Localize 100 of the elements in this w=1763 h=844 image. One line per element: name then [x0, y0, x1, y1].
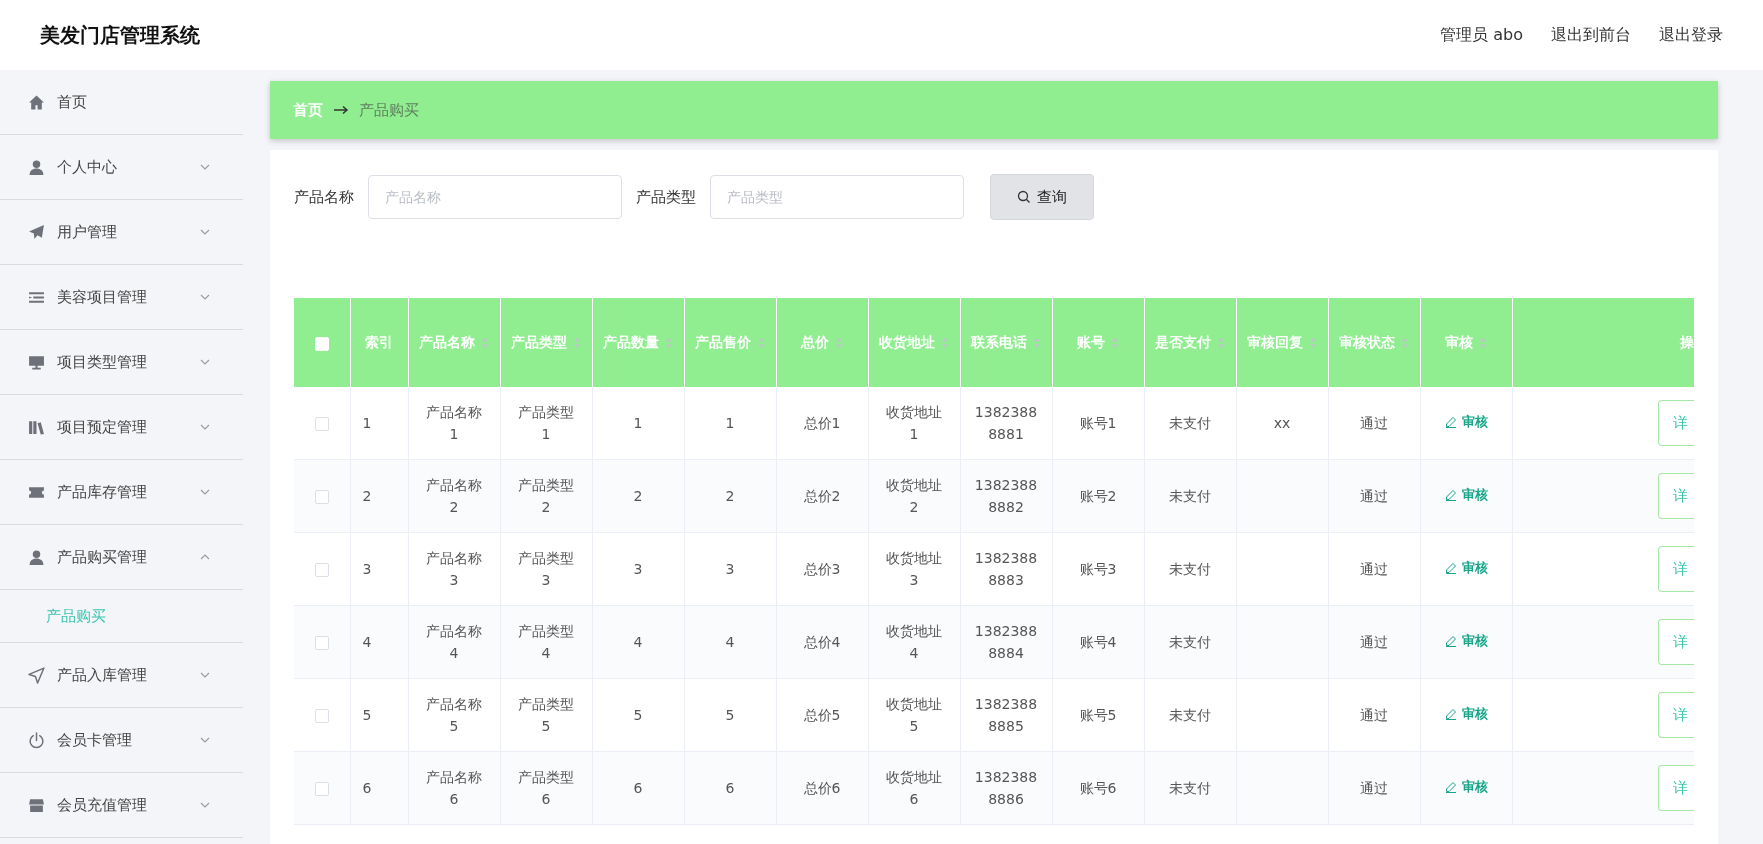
sidebar-item[interactable]: 会员卡管理 — [0, 708, 243, 773]
search-field[interactable]: 产品名称 — [368, 175, 622, 219]
sidebar-item[interactable]: 项目预定管理 — [0, 395, 243, 460]
sidebar-label: 美容项目管理 — [57, 287, 148, 307]
sidebar-item[interactable]: 用户管理 — [0, 200, 243, 265]
navigation-icon — [28, 666, 45, 684]
row-checkbox[interactable] — [314, 635, 329, 650]
sidebar-label: 会员卡管理 — [57, 730, 133, 750]
field-label: 产品名称 — [294, 187, 354, 207]
table-cell: 收货地址1 — [886, 403, 942, 442]
search-button[interactable]: 查询 — [990, 174, 1094, 220]
table-cell: 4 — [725, 633, 735, 650]
table-cell: 总价4 — [803, 633, 841, 650]
table-cell: 账号2 — [1079, 487, 1117, 504]
table-cell: 产品名称5 — [426, 695, 482, 734]
table-cell: 收货地址4 — [886, 622, 942, 661]
table-cell: 产品名称3 — [426, 549, 482, 588]
table-cell: 通过 — [1360, 633, 1388, 650]
sort-icon[interactable] — [835, 336, 843, 349]
header-link[interactable]: 退出登录 — [1659, 24, 1723, 46]
column-header: 收货地址 — [879, 333, 935, 352]
column-header: 产品售价 — [695, 333, 751, 352]
header-link[interactable]: 管理员 abo — [1440, 24, 1523, 46]
sidebar-item[interactable]: 产品购买管理 — [0, 525, 243, 590]
table-cell: 2 — [633, 487, 643, 504]
sidebar-item[interactable]: 个人中心 — [0, 135, 243, 200]
table-cell: 账号4 — [1079, 633, 1117, 650]
table-cell: 1 — [362, 414, 372, 431]
table-cell: 总价2 — [803, 487, 841, 504]
column-header: 审核 — [1445, 333, 1473, 352]
sidebar-item[interactable]: 首页 — [0, 70, 243, 135]
sidebar-item[interactable]: 产品入库管理 — [0, 643, 243, 708]
sort-icon[interactable] — [1479, 336, 1487, 349]
sort-icon[interactable] — [1111, 336, 1119, 349]
sidebar-item[interactable]: 项目类型管理 — [0, 330, 243, 395]
table-cell: 通过 — [1360, 560, 1388, 577]
table-cell: 总价6 — [803, 779, 841, 796]
column-header: 审核回复 — [1247, 333, 1303, 352]
table-cell: 4 — [362, 633, 372, 650]
column-header: 联系电话 — [971, 333, 1027, 352]
row-checkbox[interactable] — [314, 708, 329, 723]
table-cell: 3 — [725, 560, 735, 577]
row-checkbox[interactable] — [314, 781, 329, 796]
table-cell: 产品类型1 — [518, 403, 574, 442]
table-cell: 产品类型3 — [518, 549, 574, 588]
sidebar-item[interactable]: 美容项目管理 — [0, 265, 243, 330]
sidebar-item[interactable]: 产品库存管理 — [0, 460, 243, 525]
table-cell: 4 — [633, 633, 643, 650]
field-label: 产品类型 — [636, 187, 696, 207]
select-all-checkbox[interactable] — [314, 336, 329, 351]
sort-icon[interactable] — [1217, 336, 1225, 349]
table-cell: 总价1 — [803, 414, 841, 431]
row-checkbox[interactable] — [314, 562, 329, 577]
sidebar-item[interactable]: 会员充值管理 — [0, 773, 243, 838]
table-cell: 5 — [362, 706, 372, 723]
table-cell: 产品名称2 — [426, 476, 482, 515]
table-cell: 收货地址6 — [886, 768, 942, 807]
table-cell: 13823888881 — [974, 403, 1038, 442]
sidebar-label: 产品入库管理 — [57, 665, 148, 685]
table-cell: 1 — [633, 414, 643, 431]
column-header: 总价 — [801, 333, 829, 352]
pencil-icon — [1444, 562, 1457, 574]
table-cell: 总价3 — [803, 560, 841, 577]
sidebar-label: 产品库存管理 — [57, 482, 148, 502]
table-cell: 13823888884 — [974, 622, 1038, 661]
sort-icon[interactable] — [481, 336, 489, 349]
row-checkbox[interactable] — [314, 489, 329, 504]
column-header: 审核状态 — [1339, 333, 1395, 352]
table-cell: 通过 — [1360, 706, 1388, 723]
table-cell: 2 — [362, 487, 372, 504]
monitor-icon — [28, 353, 45, 371]
table-cell: 3 — [633, 560, 643, 577]
sort-icon[interactable] — [1309, 336, 1317, 349]
sort-icon[interactable] — [665, 336, 673, 349]
table-cell: 产品名称6 — [426, 768, 482, 807]
table-cell: 产品名称4 — [426, 622, 482, 661]
table-cell: 13823888883 — [974, 549, 1038, 588]
table-cell: 13823888885 — [974, 695, 1038, 734]
sidebar-label: 产品购买管理 — [57, 547, 148, 567]
sort-icon[interactable] — [941, 336, 949, 349]
sort-icon[interactable] — [1033, 336, 1041, 349]
table-cell: 未支付 — [1169, 487, 1211, 504]
table-cell: 未支付 — [1169, 633, 1211, 650]
sort-icon[interactable] — [573, 336, 581, 349]
column-header: 是否支付 — [1155, 333, 1211, 352]
column-header: 账号 — [1077, 333, 1105, 352]
row-checkbox[interactable] — [314, 416, 329, 431]
app-title: 美发门店管理系统 — [40, 21, 200, 49]
table-cell: 未支付 — [1169, 779, 1211, 796]
search-field[interactable]: 产品类型 — [710, 175, 964, 219]
sort-icon[interactable] — [1401, 336, 1409, 349]
column-header: 产品类型 — [511, 333, 567, 352]
table-cell: 5 — [633, 706, 643, 723]
power-icon — [28, 731, 45, 749]
header-link[interactable]: 退出到前台 — [1551, 24, 1631, 46]
table-cell: 账号5 — [1079, 706, 1117, 723]
sort-icon[interactable] — [757, 336, 765, 349]
pencil-icon — [1444, 708, 1457, 720]
table-cell: xx — [1273, 414, 1291, 431]
sidebar-label: 项目预定管理 — [57, 417, 148, 437]
